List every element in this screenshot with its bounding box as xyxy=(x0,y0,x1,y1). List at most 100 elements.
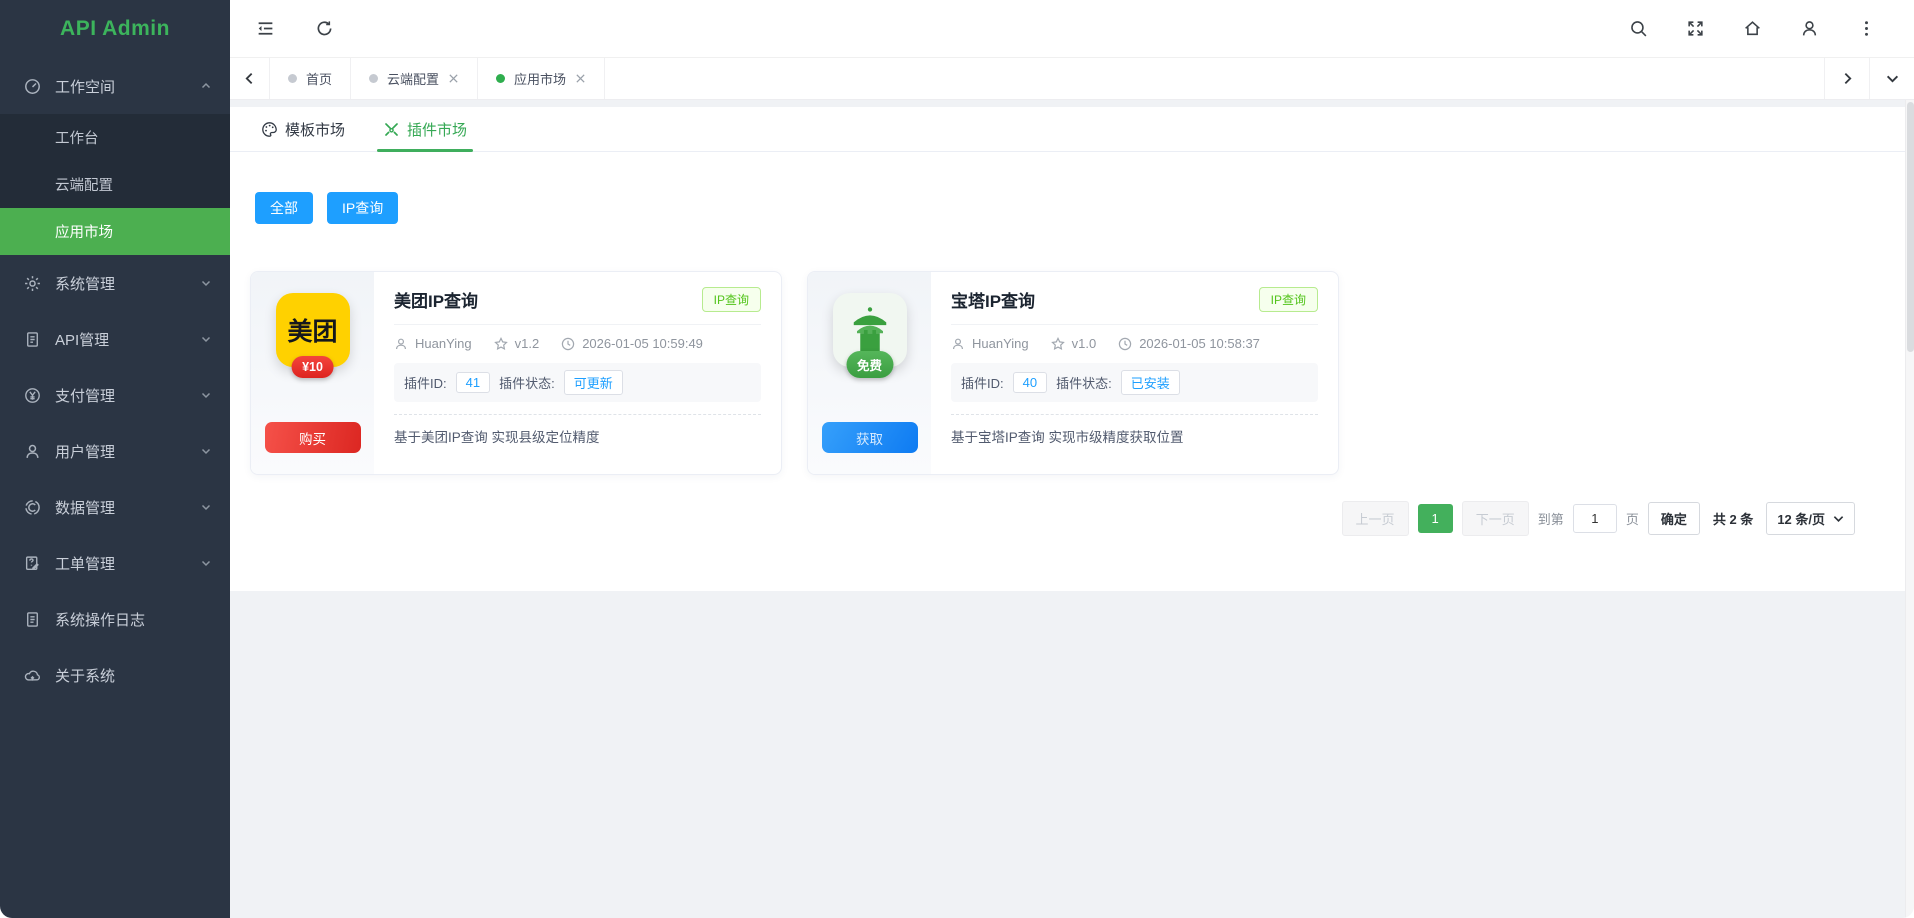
page-size-select[interactable]: 12 条/页 xyxy=(1766,502,1855,535)
plugin-info-bar: 插件ID: 41 插件状态: 可更新 xyxy=(394,363,761,402)
sidebar-item-payment-mgmt[interactable]: 支付管理 xyxy=(0,367,230,423)
plugin-info-bar: 插件ID: 40 插件状态: 已安装 xyxy=(951,363,1318,402)
page-size-value: 12 条/页 xyxy=(1777,509,1825,528)
payment-icon xyxy=(24,387,41,404)
home-icon[interactable] xyxy=(1743,19,1762,38)
dashed-divider xyxy=(394,414,761,415)
plugin-status-value[interactable]: 已安装 xyxy=(1121,370,1180,395)
nav-tabs-bar: 首页 云端配置 应用市场 xyxy=(230,58,1914,100)
plugin-card-meituan: 美团 ¥10 购买 美团IP查询 IP查询 xyxy=(250,271,782,475)
sidebar-item-about[interactable]: 关于系统 xyxy=(0,647,230,703)
nav-tab-label: 云端配置 xyxy=(387,69,439,88)
sidebar-item-api-mgmt[interactable]: API管理 xyxy=(0,311,230,367)
buy-button[interactable]: 购买 xyxy=(265,422,361,453)
select-chevron-icon xyxy=(1833,513,1844,524)
tabs-scroll-right-button[interactable] xyxy=(1824,58,1869,99)
search-icon[interactable] xyxy=(1629,19,1648,38)
app-logo: API Admin xyxy=(0,0,230,58)
plugin-title: 宝塔IP查询 xyxy=(951,287,1035,312)
plugin-status-label: 插件状态: xyxy=(499,373,555,392)
plugin-card-list: 美团 ¥10 购买 美团 IP查询 IP查询 xyxy=(250,271,1905,475)
author-icon xyxy=(394,337,408,351)
main-area: 首页 云端配置 应用市场 xyxy=(230,0,1914,918)
sidebar-item-label: API管理 xyxy=(55,329,200,350)
sidebar-item-user-mgmt[interactable]: 用户管理 xyxy=(0,423,230,479)
sidebar: API Admin 工作空间 工作台 云端配置 应用市场 xyxy=(0,0,230,918)
tabs-menu-button[interactable] xyxy=(1869,58,1914,99)
tab-template-market[interactable]: 模板市场 xyxy=(255,107,351,151)
filter-ip-query-button[interactable]: IP查询 xyxy=(327,192,398,224)
market-tab-label: 模板市场 xyxy=(285,119,345,140)
nav-tab-label: 首页 xyxy=(306,69,332,88)
plugin-id-value: 41 xyxy=(456,372,490,393)
chevron-down-icon xyxy=(200,389,212,401)
sidebar-item-system-mgmt[interactable]: 系统管理 xyxy=(0,255,230,311)
sidebar-item-label: 系统管理 xyxy=(55,273,200,294)
category-tag: IP查询 xyxy=(702,287,761,312)
next-page-button[interactable]: 下一页 xyxy=(1462,501,1529,536)
database-icon xyxy=(24,499,41,516)
top-toolbar xyxy=(230,0,1914,58)
meituan-logo-text: 美团 xyxy=(287,312,337,348)
pagoda-icon xyxy=(844,304,896,356)
jump-prefix-label: 到第 xyxy=(1538,509,1564,528)
prev-page-button[interactable]: 上一页 xyxy=(1342,501,1409,536)
fullscreen-icon[interactable] xyxy=(1686,19,1705,38)
sidebar-item-workbench[interactable]: 工作台 xyxy=(0,114,230,161)
scrollbar-thumb[interactable] xyxy=(1907,102,1914,352)
sidebar-item-label: 工作空间 xyxy=(55,76,200,97)
free-badge: 免费 xyxy=(846,351,893,378)
sidebar-item-workspace[interactable]: 工作空间 xyxy=(0,58,230,114)
sidebar-item-cloud-config[interactable]: 云端配置 xyxy=(0,161,230,208)
sidebar-item-label: 系统操作日志 xyxy=(55,609,212,630)
tab-dot xyxy=(288,74,297,83)
plugin-meta-row: HuanYing v1.2 2026-01-05 10: xyxy=(394,336,761,351)
chevron-down-icon xyxy=(200,445,212,457)
filter-bar: 全部 IP查询 xyxy=(255,192,1905,224)
log-icon xyxy=(24,611,41,628)
sidebar-item-app-market[interactable]: 应用市场 xyxy=(0,208,230,255)
jump-suffix-label: 页 xyxy=(1626,509,1639,528)
sidebar-item-ticket-mgmt[interactable]: 工单管理 xyxy=(0,535,230,591)
version-star-icon xyxy=(1051,337,1065,351)
plugin-status-label: 插件状态: xyxy=(1056,373,1112,392)
meituan-logo: 美团 ¥10 xyxy=(276,293,350,367)
sidebar-item-system-logs[interactable]: 系统操作日志 xyxy=(0,591,230,647)
version-star-icon xyxy=(494,337,508,351)
plugin-id-value: 40 xyxy=(1013,372,1047,393)
chevron-down-icon xyxy=(200,333,212,345)
plugin-description: 基于美团IP查询 实现县级定位精度 xyxy=(394,426,761,446)
sub-item-label: 应用市场 xyxy=(55,221,113,242)
palette-icon xyxy=(261,121,278,138)
menu-fold-icon[interactable] xyxy=(256,19,275,38)
more-icon[interactable] xyxy=(1857,19,1876,38)
divider xyxy=(951,324,1318,325)
plugin-description: 基于宝塔IP查询 实现市级精度获取位置 xyxy=(951,426,1318,446)
author-icon xyxy=(951,337,965,351)
sidebar-item-label: 数据管理 xyxy=(55,497,200,518)
nav-tab-app-market[interactable]: 应用市场 xyxy=(478,58,605,99)
refresh-icon[interactable] xyxy=(315,19,334,38)
category-tag: IP查询 xyxy=(1259,287,1318,312)
confirm-jump-button[interactable]: 确定 xyxy=(1648,502,1700,535)
jump-page-input[interactable] xyxy=(1573,504,1617,533)
tabs-scroll-left-button[interactable] xyxy=(230,58,270,99)
nav-tab-home[interactable]: 首页 xyxy=(270,58,351,99)
plugin-meta-row: HuanYing v1.0 2026-01-05 10: xyxy=(951,336,1318,351)
plugin-id-label: 插件ID: xyxy=(961,373,1004,392)
chevron-down-icon xyxy=(200,501,212,513)
nav-tab-cloud-config[interactable]: 云端配置 xyxy=(351,58,478,99)
plugin-status-value[interactable]: 可更新 xyxy=(564,370,623,395)
sidebar-item-data-mgmt[interactable]: 数据管理 xyxy=(0,479,230,535)
close-icon[interactable] xyxy=(448,73,459,84)
user-icon[interactable] xyxy=(1800,19,1819,38)
author-name: HuanYing xyxy=(415,336,472,351)
filter-all-button[interactable]: 全部 xyxy=(255,192,313,224)
close-icon[interactable] xyxy=(575,73,586,84)
page-1-button[interactable]: 1 xyxy=(1418,504,1453,533)
scrollbar[interactable] xyxy=(1905,100,1914,918)
tab-plugin-market[interactable]: 插件市场 xyxy=(377,107,473,151)
get-button[interactable]: 获取 xyxy=(822,422,918,453)
about-icon xyxy=(24,667,41,684)
forward-chevron-icon xyxy=(1841,72,1854,85)
